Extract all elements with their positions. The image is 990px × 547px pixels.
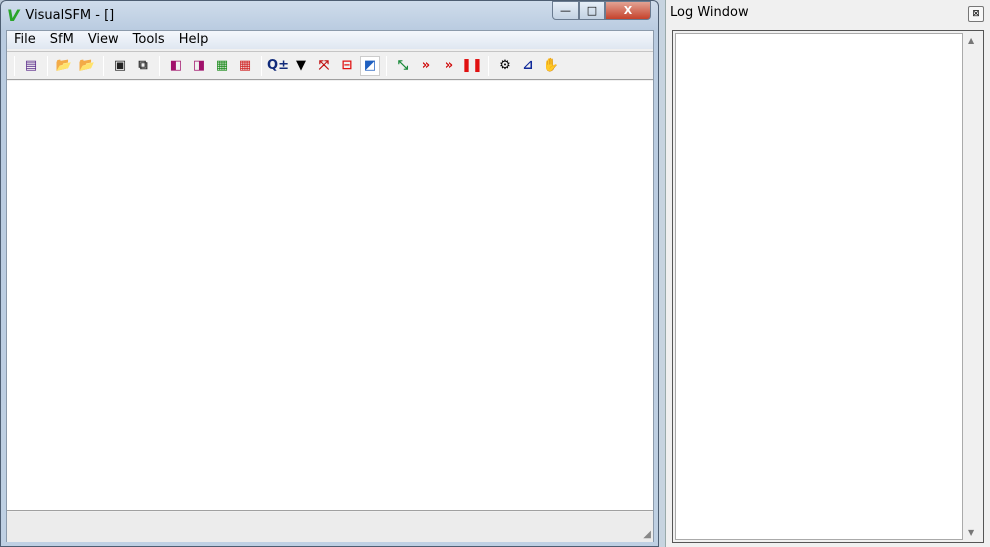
cameras-icon[interactable]: ◩ [360,55,380,76]
dropdown-icon[interactable]: ▼ [291,56,311,76]
toolbar-separator [261,55,262,76]
axes-icon[interactable]: ⤧ [314,56,334,76]
menu-tools[interactable]: Tools [126,31,172,49]
log-window-title: Log Window [670,5,749,20]
log-close-button[interactable]: ⊠ [968,6,984,22]
frame-icon[interactable]: ⊟ [337,56,357,76]
open-new-folder-icon[interactable]: 📂 [54,56,74,76]
resize-grip-icon[interactable]: ◢ [643,529,651,540]
save-icon[interactable]: ▣ [110,56,130,76]
title-bar: V VisualSFM - [] [7,5,114,25]
toolbar-grip [14,55,15,76]
app-logo-icon: V [7,5,20,25]
toolbar-separator [103,55,104,76]
close-button[interactable]: X [605,1,651,20]
toolbar-separator [386,55,387,76]
add-folder-icon[interactable]: 📂 [77,56,97,76]
scroll-up-icon[interactable]: ▲ [968,36,974,45]
minimize-button[interactable]: — [552,1,579,20]
document-icon[interactable]: ▤ [21,56,41,76]
reconstruct-icon[interactable]: » [416,56,436,76]
match-icon[interactable]: ⤡ [393,56,413,76]
reconstruct-add-icon[interactable]: » [439,56,459,76]
menu-bar: File SfM View Tools Help [7,31,653,49]
menu-help[interactable]: Help [172,31,216,49]
window-title: VisualSFM - [] [25,7,115,23]
pause-icon[interactable]: ❚❚ [461,56,483,76]
render-canvas[interactable] [7,81,653,511]
scroll-down-icon[interactable]: ▼ [968,528,974,537]
menu-file[interactable]: File [7,31,43,49]
toolbar-separator [159,55,160,76]
2d-3d-icon[interactable]: ▦ [212,56,232,76]
maximize-button[interactable]: □ [579,1,605,20]
status-bar: ◢ [7,512,653,542]
zoom-icon[interactable]: Q± [267,56,289,76]
ruler-icon[interactable]: ⊿ [518,56,538,76]
toolbar-separator [47,55,48,76]
color-grid-icon[interactable]: ▦ [235,56,255,76]
previous-icon[interactable]: ◧ [166,56,186,76]
main-window: V VisualSFM - [] — □ X File SfM View Too… [0,0,659,547]
window-controls: — □ X [552,1,651,20]
log-frame: ▲ ▼ [672,30,984,543]
toolbar-separator [488,55,489,76]
copy-icon[interactable]: ⧉ [133,56,153,76]
menu-sfm[interactable]: SfM [43,31,81,49]
menu-view[interactable]: View [81,31,126,49]
log-text-area[interactable] [675,33,963,540]
log-window: Log Window ⊠ ▲ ▼ [665,0,990,547]
log-scrollbar[interactable]: ▲ ▼ [964,33,981,540]
hand-icon[interactable]: ✋ [541,56,561,76]
toolbar: ▤ 📂 📂 ▣ ⧉ ◧ ◨ ▦ ▦ Q± ▼ ⤧ ⊟ ◩ ⤡»» ❚❚ ⚙ ⊿ ✋ [7,51,653,80]
client-area: File SfM View Tools Help ▤ 📂 📂 ▣ ⧉ ◧ ◨ ▦ ▦ Q± ▼ ⤧ ⊟ ◩… [6,30,654,542]
next-icon[interactable]: ◨ [189,56,209,76]
gear-icon[interactable]: ⚙ [495,56,515,76]
